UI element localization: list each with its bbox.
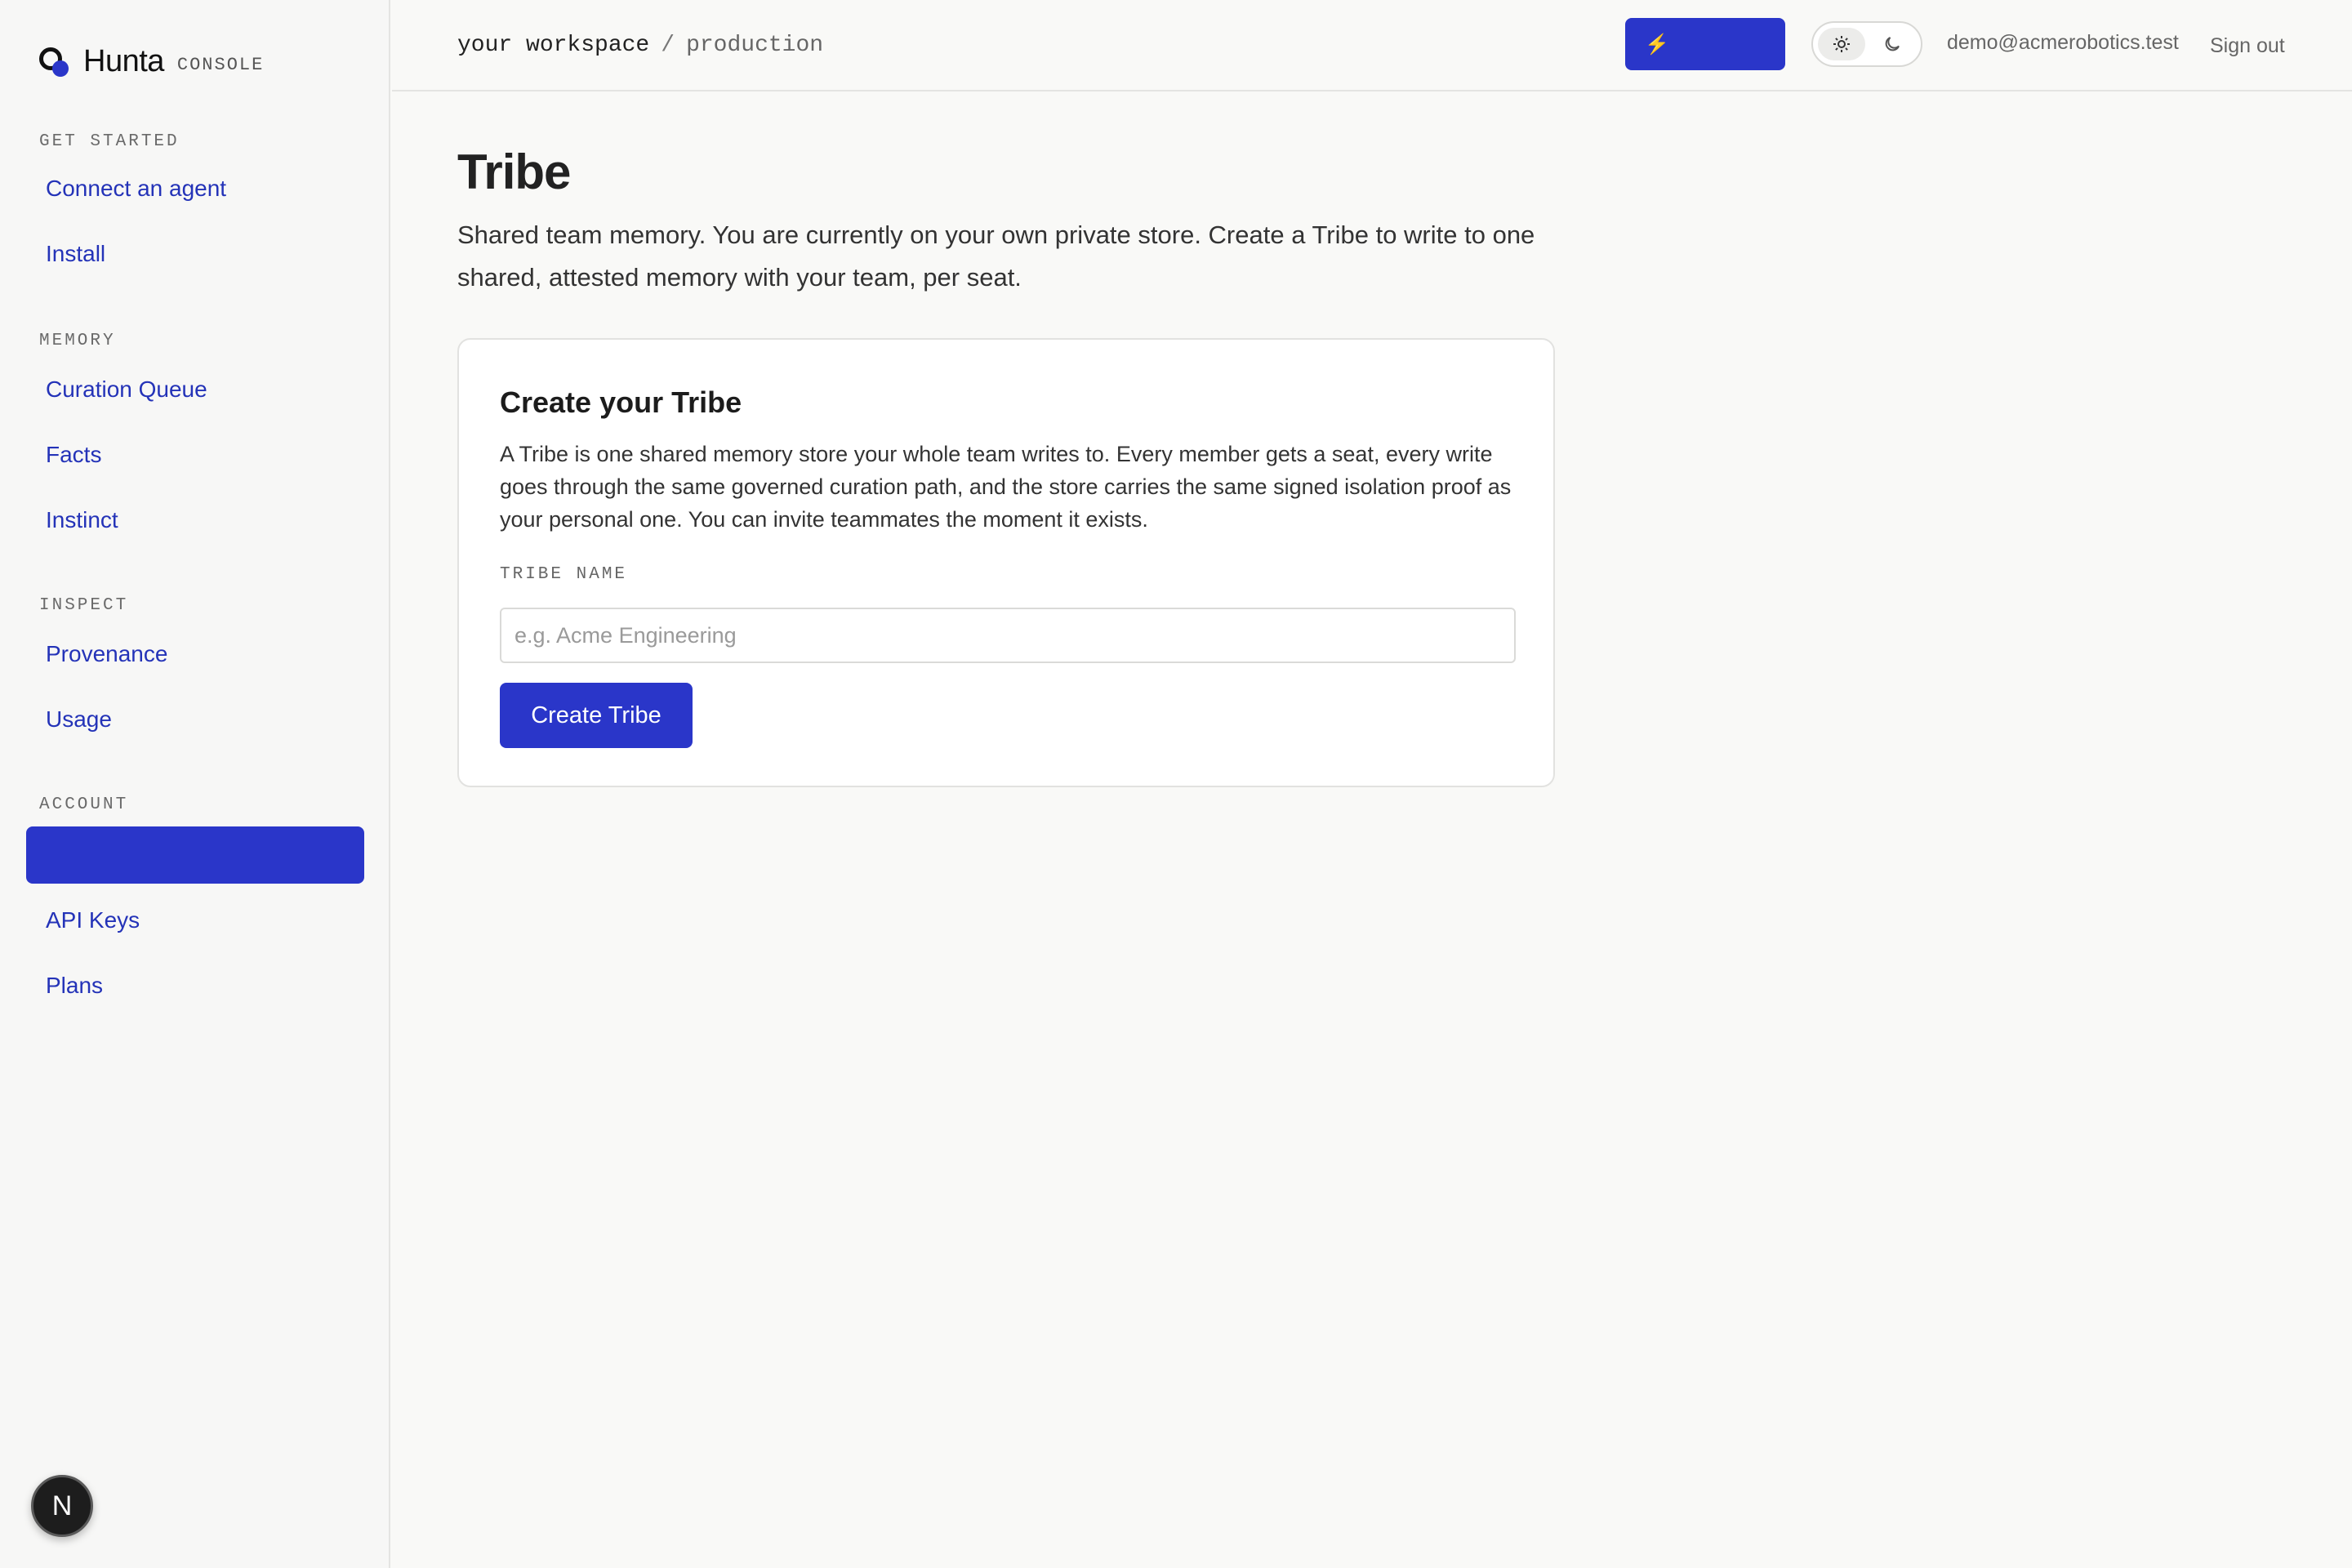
section-label-memory: MEMORY <box>39 332 116 350</box>
tribe-name-label: TRIBE NAME <box>500 565 628 584</box>
sidebar-item-instinct[interactable]: Instinct <box>26 492 364 549</box>
sun-icon[interactable] <box>1818 28 1865 60</box>
sidebar-item-connect-agent[interactable]: Connect an agent <box>26 160 364 217</box>
sidebar: Hunta CONSOLE GET STARTED Connect an age… <box>0 0 390 1568</box>
sidebar-item-install[interactable]: Install <box>26 225 364 283</box>
brand-subtitle: CONSOLE <box>176 55 265 75</box>
top-bar: your workspace / production ⚡ demo@acmer… <box>392 0 2352 91</box>
logo-icon <box>39 46 72 78</box>
create-tribe-card: Create your Tribe A Tribe is one shared … <box>457 338 1555 787</box>
sign-out-link[interactable]: Sign out <box>2210 34 2285 58</box>
page-title: Tribe <box>457 145 571 199</box>
card-title: Create your Tribe <box>500 385 742 419</box>
user-email: demo@acmerobotics.test <box>1947 31 2179 54</box>
upgrade-button[interactable]: ⚡ <box>1625 18 1785 70</box>
sidebar-item-tribe-active[interactable] <box>26 826 364 884</box>
sidebar-item-api-keys[interactable]: API Keys <box>26 892 364 949</box>
tribe-name-input[interactable] <box>500 608 1516 663</box>
section-label-account: ACCOUNT <box>39 795 129 814</box>
app-root: Hunta CONSOLE GET STARTED Connect an age… <box>0 0 2352 1568</box>
breadcrumb: your workspace / production <box>457 33 823 58</box>
breadcrumb-separator: / <box>661 33 675 58</box>
brand-name: Hunta <box>83 44 164 78</box>
theme-toggle[interactable] <box>1811 21 1922 67</box>
sidebar-item-facts[interactable]: Facts <box>26 426 364 483</box>
sidebar-item-curation-queue[interactable]: Curation Queue <box>26 361 364 418</box>
sidebar-item-usage[interactable]: Usage <box>26 691 364 748</box>
lightning-icon: ⚡ <box>1645 33 1669 56</box>
moon-icon[interactable] <box>1869 28 1916 60</box>
section-label-get-started: GET STARTED <box>39 132 180 151</box>
card-description: A Tribe is one shared memory store your … <box>500 442 1512 532</box>
brand[interactable]: Hunta CONSOLE <box>39 44 264 79</box>
breadcrumb-workspace[interactable]: your workspace <box>457 33 649 58</box>
sidebar-item-provenance[interactable]: Provenance <box>26 626 364 683</box>
dev-tools-badge[interactable]: N <box>31 1475 93 1537</box>
create-tribe-button[interactable]: Create Tribe <box>500 683 693 748</box>
page-description: Shared team memory. You are currently on… <box>457 220 1535 292</box>
sidebar-item-plans[interactable]: Plans <box>26 957 364 1014</box>
breadcrumb-environment[interactable]: production <box>686 33 823 58</box>
section-label-inspect: INSPECT <box>39 596 129 615</box>
